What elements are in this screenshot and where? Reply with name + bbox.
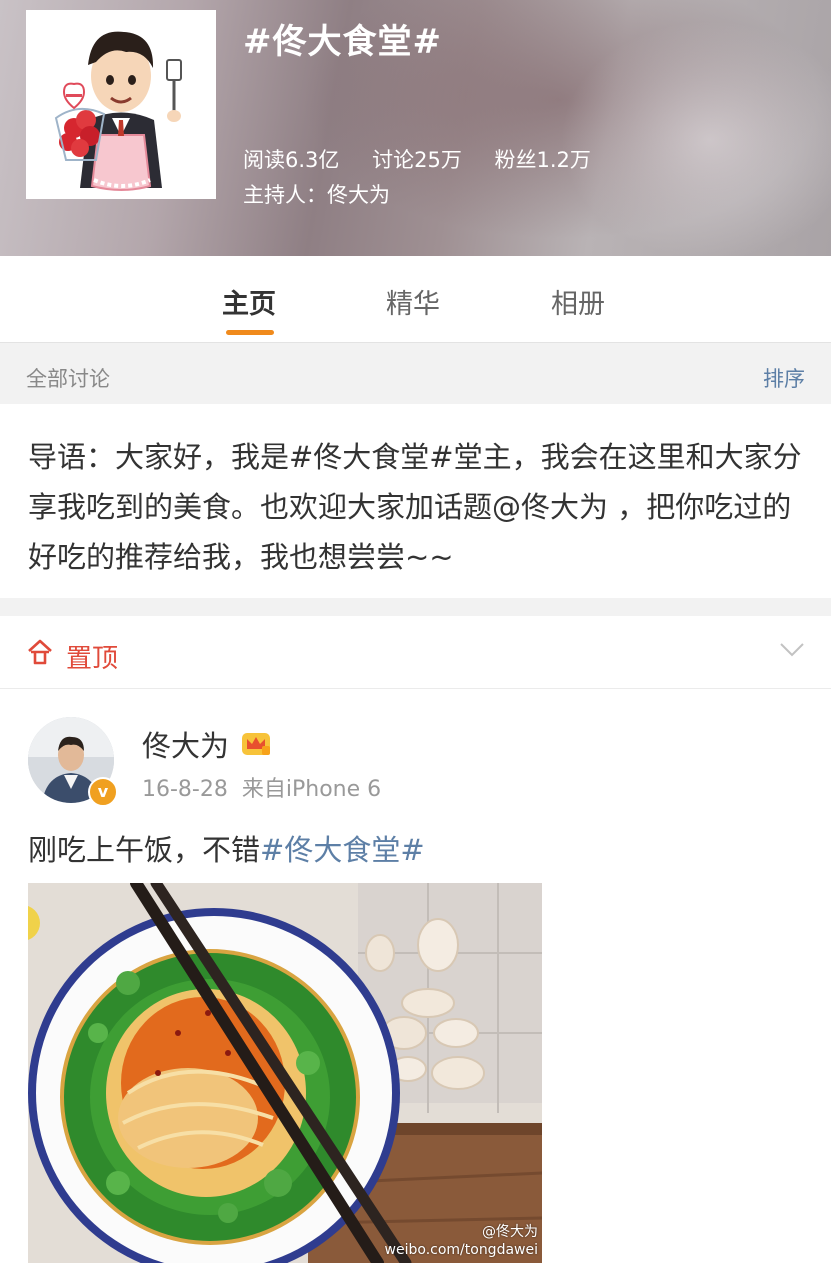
weibo-post[interactable]: v 佟大为 16-8-28 来自iPhone 6 刚吃上午饭，不错#佟大食堂#: [0, 689, 831, 1280]
topic-host[interactable]: 主持人：佟大为: [243, 179, 390, 209]
intro-text: 导语：大家好，我是#佟大食堂#堂主，我会在这里和大家分享我吃到的美食。也欢迎大家…: [28, 440, 802, 574]
pin-top-icon: [28, 639, 52, 665]
tab-album[interactable]: 相册: [551, 282, 605, 321]
topic-intro-card: 导语：大家好，我是#佟大食堂#堂主，我会在这里和大家分享我吃到的美食。也欢迎大家…: [0, 404, 831, 598]
section-title: 全部讨论: [26, 367, 110, 391]
topic-header: #佟大食堂# 阅读6.3亿 讨论25万 粉丝1.2万 主持人：佟大为: [0, 0, 831, 256]
active-tab-indicator: [226, 330, 274, 335]
topic-cover-image[interactable]: [26, 10, 216, 199]
topic-tab-bar: 主页 精华 相册: [0, 256, 831, 343]
post-text: 刚吃上午饭，不错#佟大食堂#: [28, 827, 425, 869]
post-photo[interactable]: @佟大为 weibo.com/tongdawei: [28, 883, 542, 1263]
noodle-bowl-photo: [28, 883, 542, 1263]
post-date: 16-8-28: [142, 777, 228, 802]
reads-count: 阅读6.3亿: [243, 148, 340, 172]
tab-home[interactable]: 主页: [222, 282, 276, 321]
watermark-url: weibo.com/tongdawei: [384, 1242, 538, 1258]
post-username[interactable]: 佟大为: [142, 723, 229, 765]
watermark-name: @佟大为: [482, 1224, 538, 1240]
topic-stats: 阅读6.3亿 讨论25万 粉丝1.2万: [243, 144, 617, 174]
fans-count: 粉丝1.2万: [494, 148, 591, 172]
pinned-label: 置顶: [66, 644, 119, 674]
discussion-section-bar: 全部讨论 排序: [0, 343, 831, 403]
post-hashtag-link[interactable]: #佟大食堂#: [260, 833, 425, 867]
post-meta: 16-8-28 来自iPhone 6: [142, 771, 381, 803]
chevron-down-icon[interactable]: [779, 642, 805, 658]
post-source: 来自iPhone 6: [241, 777, 382, 802]
post-text-body: 刚吃上午饭，不错: [28, 833, 261, 867]
topic-title: #佟大食堂#: [243, 22, 442, 62]
discussions-count: 讨论25万: [372, 148, 462, 172]
tab-featured[interactable]: 精华: [386, 282, 440, 321]
verified-badge-icon: v: [88, 777, 118, 807]
vip-crown-icon[interactable]: [240, 727, 272, 757]
photo-watermark: @佟大为 weibo.com/tongdawei: [385, 1223, 538, 1259]
pinned-bar[interactable]: 置顶: [0, 616, 831, 689]
sort-button[interactable]: 排序: [763, 363, 805, 393]
chef-cartoon-illustration: [26, 10, 216, 199]
